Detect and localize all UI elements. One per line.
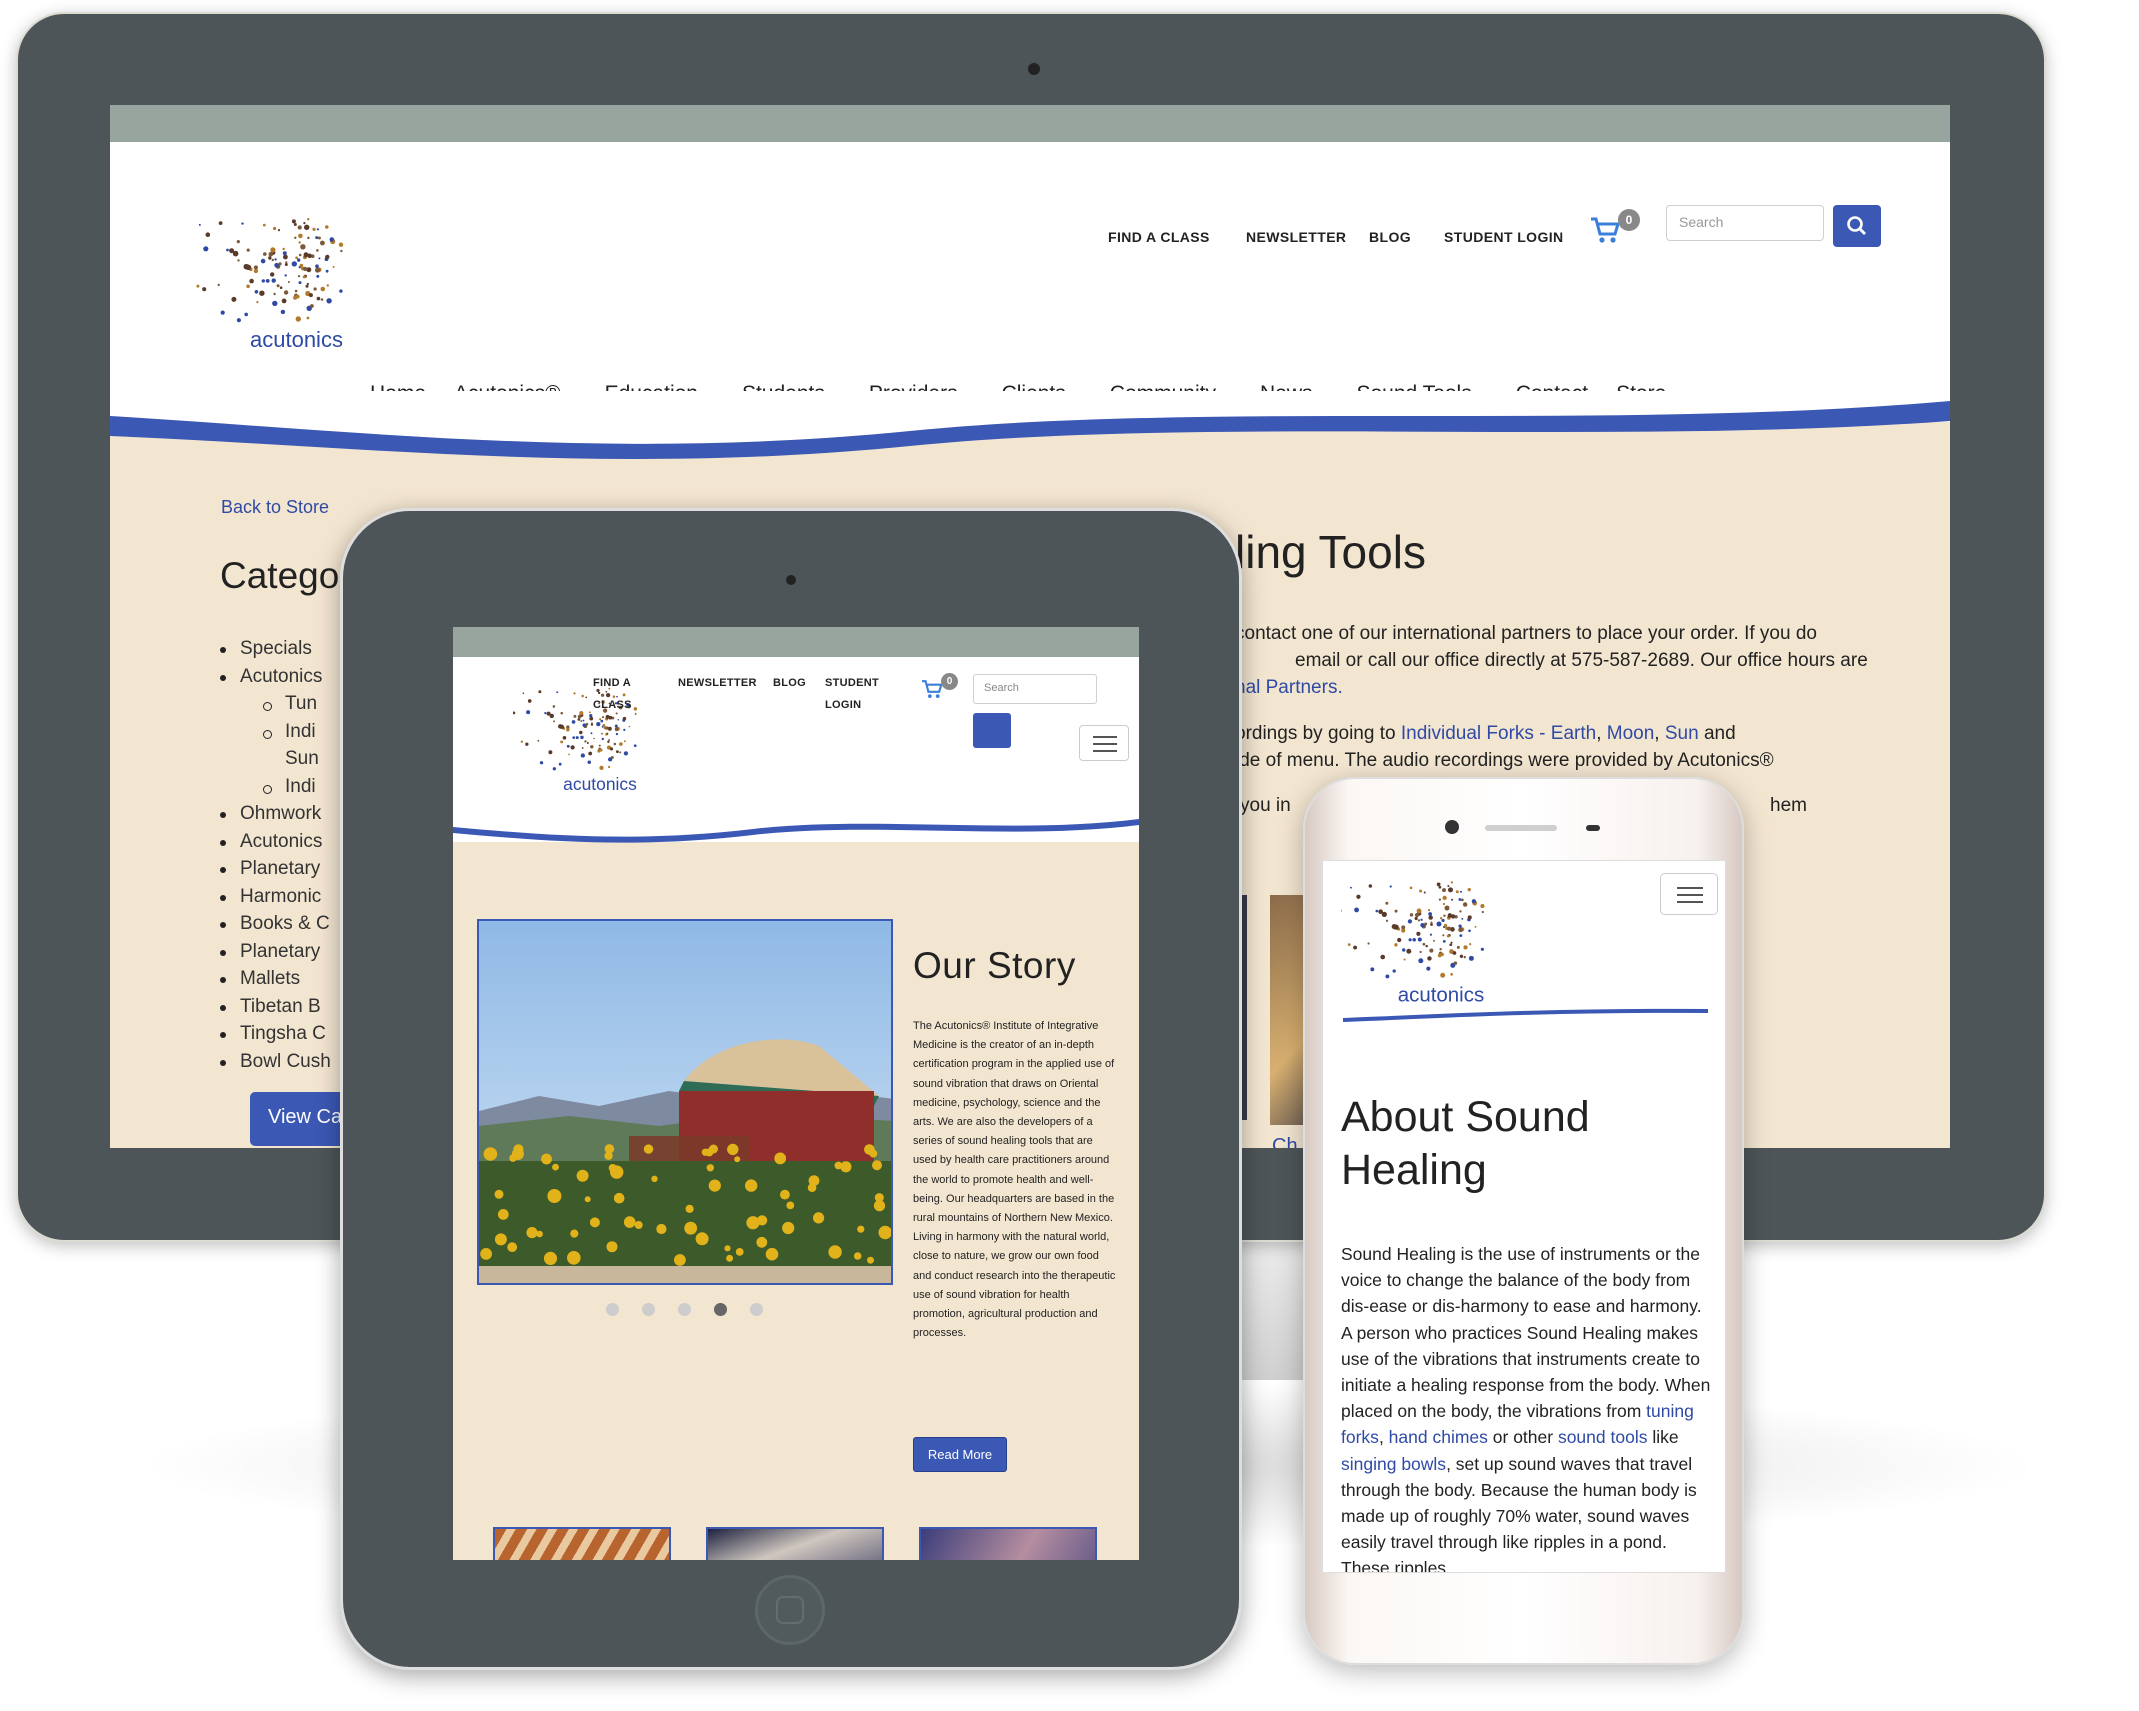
our-story-heading: Our Story: [913, 945, 1076, 986]
top-bar: [453, 627, 1139, 657]
categories-heading: Catego: [220, 555, 340, 596]
category-item[interactable]: Tibetan B: [220, 993, 331, 1021]
svg-text:acutonics: acutonics: [250, 327, 343, 352]
category-item[interactable]: Specials: [220, 635, 331, 663]
phone-screen: acutonics About Sound Healing Sound Heali…: [1322, 860, 1726, 1573]
monitor-camera: [1028, 63, 1040, 75]
phone-camera: [1445, 820, 1459, 834]
newsletter-link[interactable]: NEWSLETTER: [1246, 229, 1346, 245]
header-wave: [1342, 1008, 1709, 1022]
carousel-indicators: [606, 1303, 786, 1321]
carousel-dot-active[interactable]: [714, 1303, 727, 1316]
category-item[interactable]: Acutonics: [220, 828, 331, 856]
search-input[interactable]: Search: [1666, 205, 1824, 241]
recordings-line-1: ordings by going to Individual Forks - E…: [1235, 723, 1736, 744]
moon-link[interactable]: Moon: [1607, 723, 1655, 744]
product-link[interactable]: Ch: [1272, 1135, 1298, 1148]
student-login-link[interactable]: STUDENT LOGIN: [1444, 229, 1564, 245]
sun-link[interactable]: Sun: [1665, 723, 1699, 744]
category-item[interactable]: Mallets: [220, 965, 331, 993]
international-partners-link[interactable]: nal Partners.: [1235, 677, 1343, 699]
back-to-store-link[interactable]: Back to Store: [221, 497, 329, 518]
category-list: Specials Acutonics Tun Indi Sun Indi Ohmwork Ac…: [220, 635, 331, 1075]
category-item[interactable]: Indi: [220, 718, 331, 746]
acutonics-logo[interactable]: acutonics: [1341, 871, 1501, 1006]
svg-text:acutonics: acutonics: [563, 774, 637, 794]
category-item[interactable]: Tun: [220, 690, 331, 718]
search-input[interactable]: Search: [973, 674, 1097, 704]
cart-icon[interactable]: [1590, 216, 1620, 244]
category-item[interactable]: Ohmwork: [220, 800, 331, 828]
category-item[interactable]: Indi: [220, 773, 331, 801]
about-sound-healing-text: Sound Healing is the use of instruments …: [1341, 1244, 1711, 1573]
search-button[interactable]: [1833, 205, 1881, 247]
cart-count-badge: 0: [1618, 209, 1640, 231]
category-item[interactable]: Books & C: [220, 910, 331, 938]
page-heading: ling Tools: [1235, 526, 1426, 578]
cart-icon[interactable]: [921, 679, 943, 699]
individual-forks-link[interactable]: Individual Forks - Earth: [1401, 723, 1596, 744]
phone-speaker: [1485, 825, 1557, 831]
yurt-photo: [477, 919, 893, 1285]
category-item[interactable]: Acutonics: [220, 663, 331, 691]
category-item[interactable]: Harmonic: [220, 883, 331, 911]
singing-bowls-link[interactable]: singing bowls: [1341, 1454, 1446, 1474]
carousel-dot[interactable]: [678, 1303, 691, 1316]
category-item[interactable]: Sun: [220, 745, 331, 773]
our-story-text: The Acutonics® Institute of Integrative …: [913, 1020, 1116, 1340]
intro-line-2: email or call our office directly at 575…: [1295, 650, 1868, 671]
site-header: acutonics FIND A CLASS NEWSLETTER BLOG S…: [110, 142, 1950, 422]
cart-count-badge: 0: [941, 673, 958, 690]
read-more-button[interactable]: Read More: [913, 1437, 1007, 1472]
thumbnail-image[interactable]: [493, 1527, 671, 1560]
search-icon: [1847, 216, 1866, 235]
category-item[interactable]: Tingsha C: [220, 1020, 331, 1048]
carousel-dot[interactable]: [606, 1303, 619, 1316]
newsletter-link[interactable]: NEWSLETTER: [678, 672, 757, 694]
hamburger-menu-button[interactable]: [1660, 873, 1718, 915]
find-a-class-link[interactable]: FIND A CLASS: [1108, 229, 1210, 245]
top-bar: [110, 105, 1950, 142]
header-wave: [453, 807, 1139, 843]
about-sound-healing-heading: About Sound Healing: [1341, 1093, 1590, 1194]
search-button[interactable]: [973, 713, 1011, 748]
thumbnail-image[interactable]: [919, 1527, 1097, 1560]
student-login-link[interactable]: STUDENT LOGIN: [825, 672, 885, 716]
category-item[interactable]: Planetary: [220, 938, 331, 966]
home-button-icon: [776, 1596, 804, 1624]
header-wave: [110, 391, 1950, 459]
text-fragment-left: you in: [1240, 795, 1291, 816]
blog-link[interactable]: BLOG: [773, 672, 806, 694]
category-item[interactable]: Bowl Cush: [220, 1048, 331, 1076]
category-item[interactable]: Planetary: [220, 855, 331, 883]
sound-tools-link[interactable]: sound tools: [1558, 1427, 1648, 1447]
hamburger-menu-button[interactable]: [1079, 725, 1129, 761]
blog-link[interactable]: BLOG: [1369, 229, 1411, 245]
acutonics-logo[interactable]: acutonics: [190, 207, 360, 352]
carousel-dot[interactable]: [642, 1303, 655, 1316]
phone-sensor: [1586, 825, 1600, 831]
intro-line-1: contact one of our international partner…: [1235, 623, 1817, 644]
text-fragment-right: hem: [1770, 795, 1807, 816]
hand-chimes-link[interactable]: hand chimes: [1389, 1427, 1488, 1447]
carousel-dot[interactable]: [750, 1303, 763, 1316]
recordings-line-2: ide of menu. The audio recordings were p…: [1235, 750, 1774, 771]
svg-text:acutonics: acutonics: [1398, 983, 1484, 1006]
thumbnail-image[interactable]: [706, 1527, 884, 1560]
find-a-class-link[interactable]: FIND A CLASS: [593, 672, 643, 716]
tablet-screen: acutonics FIND A CLASS NEWSLETTER BLOG S…: [453, 627, 1139, 1560]
tablet-camera: [786, 575, 796, 585]
